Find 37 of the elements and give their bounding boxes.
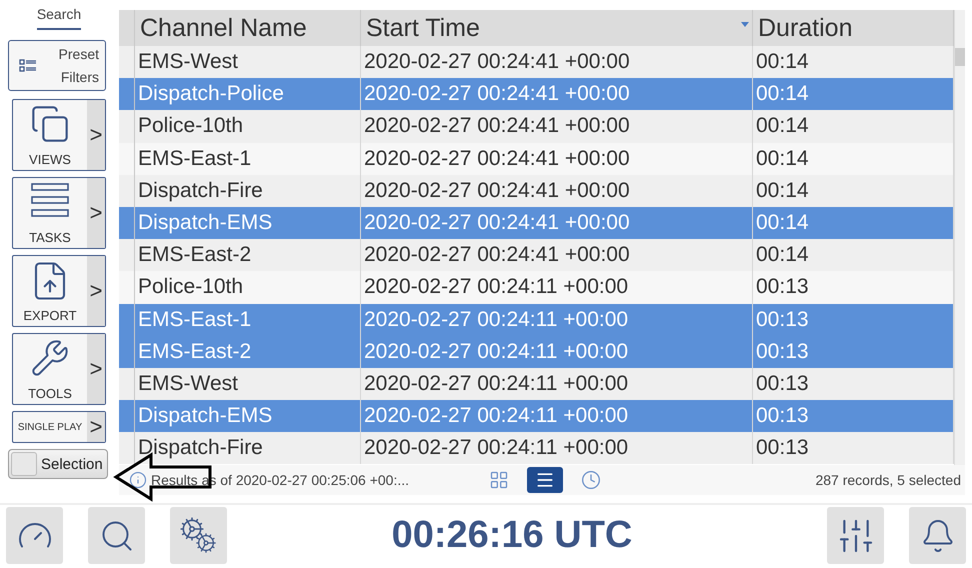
table-row[interactable]: EMS-East-1 2020-02-27 00:24:41 +00:00 00:14 — [119, 142, 954, 175]
grid-icon — [489, 470, 509, 490]
scrollbar-thumb[interactable] — [955, 48, 965, 66]
table-row[interactable]: Police-10th 2020-02-27 00:24:41 +00:00 00:14 — [119, 110, 954, 143]
info-icon — [129, 471, 147, 489]
menu-button[interactable]: EXPORT > — [12, 255, 106, 327]
search-tab[interactable]: Search — [36, 6, 82, 30]
toolbar-button[interactable] — [88, 507, 145, 564]
scrollbar[interactable] — [954, 10, 965, 465]
preset-filters-button[interactable]: Preset Filters — [8, 40, 106, 91]
view-button[interactable] — [527, 467, 563, 493]
table-cell: Dispatch-Fire — [135, 432, 361, 464]
sort-indicator-icon — [741, 22, 749, 27]
clock-icon — [581, 470, 601, 490]
gears-icon — [178, 516, 218, 556]
table-row[interactable]: EMS-West 2020-02-27 00:24:11 +00:00 00:13 — [119, 368, 954, 400]
menu-button[interactable]: VIEWS > — [12, 99, 106, 171]
table-row[interactable]: EMS-West 2020-02-27 00:24:41 +00:00 00:14 — [119, 46, 954, 78]
table-row[interactable]: EMS-East-2 2020-02-27 00:24:41 +00:00 00:14 — [119, 239, 954, 272]
toolbar-button[interactable] — [827, 507, 884, 564]
toolbar-button[interactable] — [6, 507, 63, 564]
menu-button[interactable]: SINGLE PLAY > — [12, 411, 106, 443]
selection-toggle[interactable]: Selection — [8, 449, 108, 479]
toolbar-button[interactable] — [170, 507, 227, 564]
table-row[interactable]: Police-10th 2020-02-27 00:24:11 +00:00 00:13 — [119, 271, 954, 304]
table-row[interactable]: Dispatch-Fire 2020-02-27 00:24:41 +00:00 00:14 — [119, 174, 954, 207]
menu-button[interactable]: TASKS > — [12, 177, 106, 249]
record-count: 287 records, 5 selected — [815, 472, 961, 488]
wrench-icon — [30, 338, 70, 378]
utc-clock: 00:26:16 UTC — [390, 514, 634, 557]
table-cell: 2020-02-27 00:24:11 +00:00 — [361, 432, 753, 464]
table-row[interactable]: Dispatch-Fire 2020-02-27 00:24:11 +00:00 00:13 — [119, 432, 954, 464]
menu-button[interactable]: TOOLS > — [12, 333, 106, 405]
filter-list-icon — [19, 58, 37, 72]
stacked-bars-icon — [31, 182, 69, 218]
stacked-squares-icon — [30, 104, 70, 144]
toolbar-button[interactable] — [909, 507, 966, 564]
